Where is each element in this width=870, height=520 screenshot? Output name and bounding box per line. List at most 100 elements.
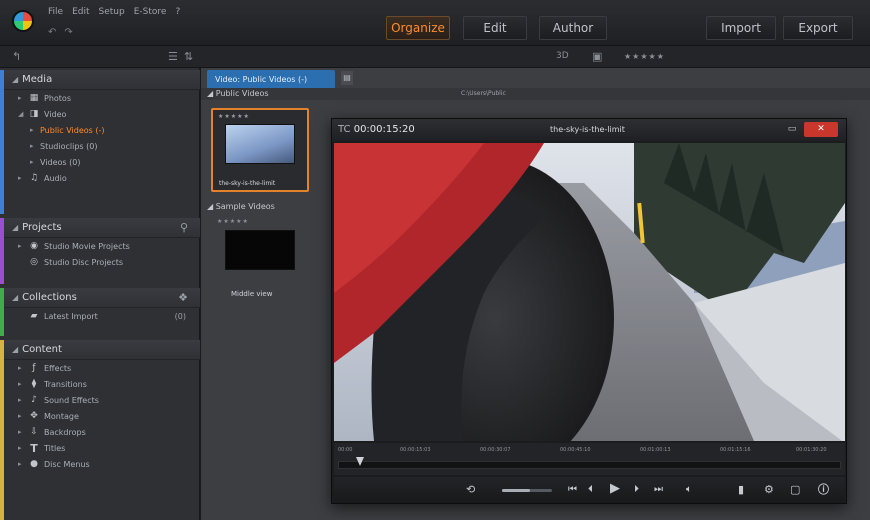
expand-icon: ▸	[30, 158, 34, 166]
folder-icon: ▰	[30, 311, 38, 321]
close-icon[interactable]: ✕	[804, 122, 838, 137]
nav-item-disc-projects[interactable]: ◎ Studio Disc Projects	[4, 254, 200, 270]
list-view-icon[interactable]: ☰	[168, 50, 178, 63]
timecode-display: TC 00:00:15:20	[338, 124, 415, 135]
expand-icon: ▸	[30, 126, 34, 134]
tab-author[interactable]: Author	[539, 16, 607, 40]
tab-edit[interactable]: Edit	[463, 16, 527, 40]
nav-item-studioclips[interactable]: ▸ Studioclips (0)	[4, 138, 200, 154]
clip-rating[interactable]: ★★★★★	[217, 218, 249, 225]
clip-rating[interactable]: ★★★★★	[218, 113, 250, 120]
fx-icon: ƒ	[32, 363, 36, 373]
nav-item-public-videos[interactable]: ▸ Public Videos (-)	[4, 122, 200, 138]
collapse-icon: ◢	[207, 202, 216, 211]
clip-thumbnail-selected[interactable]: ★★★★★ the-sky-is-the-limit	[211, 108, 309, 192]
navigate-icon[interactable]: ↰	[12, 50, 21, 63]
video-scene	[334, 143, 845, 441]
clip-caption: Middle view	[231, 290, 273, 298]
library-strip: ◢ Public Videos C:\Users\Public	[201, 88, 870, 100]
nav-item-effects[interactable]: ▸ ƒ Effects	[4, 360, 200, 376]
add-collection-icon[interactable]: ❖	[178, 291, 188, 304]
section-header-collections[interactable]: ◢ Collections ❖	[4, 288, 200, 308]
menu-help[interactable]: ?	[175, 6, 180, 18]
import-button[interactable]: Import	[706, 16, 776, 40]
nav-item-sound-effects[interactable]: ▸ ♪ Sound Effects	[4, 392, 200, 408]
timeline-ruler[interactable]: 00:00 00:00:15:03 00:00:30:07 00:00:45:1…	[334, 443, 845, 475]
nav-item-videos[interactable]: ▸ Videos (0)	[4, 154, 200, 170]
nav-item-backdrops[interactable]: ▸ ⇩ Backdrops	[4, 424, 200, 440]
rating-filter[interactable]: ★★★★★	[624, 52, 665, 61]
maximize-icon[interactable]: ▭	[784, 122, 800, 137]
volume-icon[interactable]: 🔈︎	[686, 482, 692, 498]
search-icon[interactable]: ⚲	[180, 221, 188, 234]
transport-controls: ⟲ ⏮ ⏴ ▶ ⏵ ⏭ 🔈︎ ▮ ⚙ ▢ ⓘ	[334, 477, 845, 503]
player-title-bar[interactable]: TC 00:00:15:20 the-sky-is-the-limit ▭ ✕	[332, 119, 846, 141]
section-content: ◢ Content ▸ ƒ Effects ▸ ⧫ Transitions ▸ ♪ Sound…	[0, 340, 200, 520]
section-header-projects[interactable]: ◢ Projects ⚲	[4, 218, 200, 238]
expand-icon: ▸	[18, 460, 22, 468]
tick-label: 00:00	[338, 447, 353, 453]
video-icon: ◨	[29, 109, 39, 119]
go-to-start-icon[interactable]: ⏮	[568, 482, 577, 498]
nav-item-titles[interactable]: ▸ T Titles	[4, 440, 200, 456]
group-header-public[interactable]: ◢ Public Videos	[207, 89, 269, 98]
menu-file[interactable]: File	[48, 6, 63, 18]
settings-gear-icon[interactable]: ⚙	[764, 482, 774, 498]
expand-icon: ▸	[18, 412, 22, 420]
tab-organize[interactable]: Organize	[386, 16, 450, 40]
previous-frame-icon[interactable]: ⏴	[588, 482, 593, 498]
nav-item-audio[interactable]: ▸ ♫ Audio	[4, 170, 200, 186]
loop-icon[interactable]: ⟲	[466, 482, 475, 498]
disc-icon: ◎	[30, 257, 38, 267]
library-navigator: ◢ Media ▸ ▦ Photos ◢ ◨ Video ▸ Public Videos (…	[0, 68, 200, 520]
caption-icon[interactable]: ▣	[592, 50, 602, 63]
clip-thumbnail[interactable]: ★★★★★	[213, 218, 297, 278]
video-frame[interactable]	[334, 143, 845, 441]
expand-icon: ▸	[18, 94, 22, 102]
collapse-icon: ◢	[207, 89, 216, 98]
menu-edit[interactable]: Edit	[72, 6, 89, 18]
library-tab-public-videos[interactable]: Video: Public Videos (-)	[207, 70, 335, 88]
undo-redo: ↶ ↷	[48, 27, 73, 38]
top-bar: File Edit Setup E-Store ? ↶ ↷ Organize E…	[0, 0, 870, 46]
nav-item-latest-import[interactable]: ▰ Latest Import (0)	[4, 308, 200, 324]
player-clip-name: the-sky-is-the-limit	[550, 125, 625, 134]
export-button[interactable]: Export	[783, 16, 853, 40]
nav-item-movie-projects[interactable]: ▸ ◉ Studio Movie Projects	[4, 238, 200, 254]
timeline-tick-labels: 00:00 00:00:15:03 00:00:30:07 00:00:45:1…	[334, 447, 845, 457]
snapshot-icon[interactable]: ▮	[738, 482, 744, 498]
undo-icon[interactable]: ↶	[48, 27, 56, 38]
section-media: ◢ Media ▸ ▦ Photos ◢ ◨ Video ▸ Public Videos (…	[0, 70, 200, 214]
nav-item-transitions[interactable]: ▸ ⧫ Transitions	[4, 376, 200, 392]
nav-item-photos[interactable]: ▸ ▦ Photos	[4, 90, 200, 106]
collapse-icon: ◢	[18, 110, 24, 118]
expand-icon: ▸	[18, 174, 22, 182]
go-to-end-icon[interactable]: ⏭	[654, 482, 663, 498]
info-icon[interactable]: ⓘ	[818, 482, 829, 498]
tick-label: 00:00:45:10	[560, 447, 591, 453]
menu-bar: File Edit Setup E-Store ?	[48, 6, 180, 18]
backdrop-icon: ⇩	[30, 427, 38, 437]
view-3d-toggle[interactable]: 3D	[556, 51, 569, 61]
menu-setup[interactable]: Setup	[99, 6, 125, 18]
next-frame-icon[interactable]: ⏵	[634, 482, 639, 498]
play-icon[interactable]: ▶	[610, 481, 620, 497]
montage-icon: ✥	[30, 411, 38, 421]
redo-icon[interactable]: ↷	[64, 27, 72, 38]
sort-icon[interactable]: ⇅	[184, 50, 193, 63]
scrubber-track[interactable]	[338, 461, 841, 469]
expand-icon: ▸	[18, 364, 22, 372]
nav-item-disc-menus[interactable]: ▸ ● Disc Menus	[4, 456, 200, 472]
tick-label: 00:01:00:13	[640, 447, 671, 453]
nav-item-montage[interactable]: ▸ ✥ Montage	[4, 408, 200, 424]
new-tab-icon[interactable]: ▤	[341, 71, 353, 85]
title-t-icon: T	[30, 441, 38, 455]
music-note-icon: ♫	[29, 173, 39, 183]
nav-item-video[interactable]: ◢ ◨ Video	[4, 106, 200, 122]
section-header-content[interactable]: ◢ Content	[4, 340, 200, 360]
menu-estore[interactable]: E-Store	[134, 6, 167, 18]
section-header-media[interactable]: ◢ Media	[4, 70, 200, 90]
fullscreen-icon[interactable]: ▢	[790, 482, 800, 498]
group-header-sample[interactable]: ◢ Sample Videos	[207, 202, 275, 211]
volume-slider[interactable]	[502, 489, 552, 492]
